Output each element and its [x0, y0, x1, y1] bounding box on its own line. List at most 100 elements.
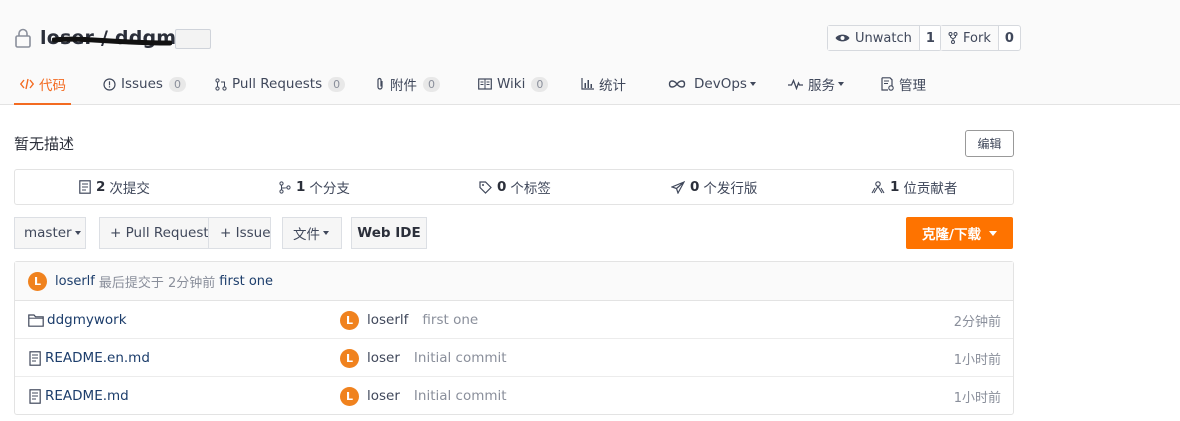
new-issue-button[interactable]: + Issue [208, 217, 271, 249]
stat-branches[interactable]: 1 个分支 [279, 170, 350, 204]
new-pull-request-label: + Pull Request [110, 225, 209, 241]
branch-select[interactable]: master [14, 217, 86, 249]
file-commit-author[interactable]: loser [367, 350, 400, 366]
tab-settings-label: 管理 [899, 78, 926, 94]
file-commit-time: 2分钟前 [953, 314, 1001, 330]
web-ide-label: Web IDE [357, 225, 421, 241]
file-name: ddgmywork [47, 312, 127, 328]
stat-releases[interactable]: 0 个发行版 [671, 170, 757, 204]
repo-stats-bar: 2 次提交 1 个分支 0 个标签 0 个发行版 1 位贡献者 [14, 169, 1014, 205]
fork-button[interactable]: Fork 0 [940, 25, 1021, 51]
tab-issues-count: 0 [168, 76, 186, 92]
file-commit-message[interactable]: Initial commit [414, 350, 507, 366]
tab-wiki-label: Wiki [497, 76, 526, 92]
clone-download-label: 克隆/下载 [922, 227, 981, 243]
avatar[interactable]: L [340, 348, 359, 368]
tab-stats-label: 统计 [599, 78, 626, 94]
stat-contributors-label: 位贡献者 [903, 181, 958, 197]
stat-tags-count: 0 [497, 179, 507, 195]
stat-releases-label: 个发行版 [703, 181, 758, 197]
pull-request-icon [215, 77, 227, 91]
file-menu-button[interactable]: 文件 [282, 217, 342, 249]
unwatch-button[interactable]: Unwatch 1 [827, 25, 942, 51]
watch-count[interactable]: 1 [920, 26, 941, 50]
pulse-icon [788, 78, 803, 90]
tab-settings[interactable]: 管理 [881, 64, 926, 104]
tab-wiki[interactable]: Wiki 0 [478, 64, 549, 104]
chevron-down-icon [988, 230, 997, 236]
avatar[interactable]: L [340, 386, 359, 406]
file-name-link[interactable]: ddgmywork [28, 301, 127, 339]
send-icon [671, 180, 685, 194]
stat-commits[interactable]: 2 次提交 [79, 170, 150, 204]
file-commit-time: 1小时前 [953, 390, 1001, 406]
file-commit-author[interactable]: loser [367, 388, 400, 404]
tab-code-label: 代码 [39, 78, 66, 94]
tab-pull-requests[interactable]: Pull Requests 0 [215, 64, 346, 104]
stat-contributors-count: 1 [890, 179, 900, 195]
book-icon [478, 78, 492, 90]
stat-tags[interactable]: 0 个标签 [479, 170, 551, 204]
avatar[interactable]: L [28, 271, 47, 291]
tab-attachments-label: 附件 [390, 78, 417, 94]
stat-releases-count: 0 [690, 179, 700, 195]
tag-icon [479, 180, 492, 194]
latest-commit-author[interactable]: loserlf [55, 274, 95, 289]
tab-attachments-count: 0 [423, 76, 440, 92]
infinity-icon [668, 79, 686, 89]
clone-download-button[interactable]: 克隆/下载 [906, 217, 1013, 249]
tab-code[interactable]: 代码 [14, 64, 71, 105]
lock-icon [14, 28, 32, 48]
new-issue-label: + Issue [220, 225, 271, 241]
avatar[interactable]: L [340, 310, 359, 330]
settings-doc-icon [881, 77, 894, 91]
redaction-scribble [52, 36, 172, 46]
file-doc-icon [28, 350, 42, 366]
new-pull-request-button[interactable]: + Pull Request [99, 217, 209, 249]
stat-contributors[interactable]: 1 位贡献者 [871, 170, 957, 204]
tab-issues[interactable]: Issues 0 [103, 64, 186, 104]
file-doc-icon [28, 388, 42, 404]
tab-devops[interactable]: DevOps [668, 64, 756, 104]
branch-select-value: master [24, 225, 72, 241]
visibility-badge [175, 29, 211, 49]
file-commit-message[interactable]: first one [422, 312, 478, 328]
file-menu-label: 文件 [293, 227, 320, 243]
file-name-link[interactable]: README.en.md [28, 339, 150, 377]
file-list: L loserlf 最后提交于 2分钟前 first one ddgmywork… [14, 261, 1014, 415]
table-row: README.md L loser Initial commit 1小时前 [15, 377, 1013, 415]
file-name: README.md [45, 388, 129, 404]
stat-commits-label: 次提交 [109, 181, 150, 197]
latest-commit-message[interactable]: first one [219, 274, 273, 289]
contributors-icon [871, 180, 885, 194]
file-name: README.en.md [45, 350, 150, 366]
file-commit: L loser Initial commit [340, 377, 507, 415]
chevron-down-icon [323, 231, 329, 235]
tab-pull-requests-count: 0 [328, 76, 346, 92]
table-row: ddgmywork L loserlf first one 2分钟前 [15, 301, 1013, 339]
web-ide-button[interactable]: Web IDE [351, 217, 427, 249]
latest-commit-bar: L loserlf 最后提交于 2分钟前 first one [15, 262, 1013, 301]
fork-label: Fork [963, 30, 991, 46]
tab-services[interactable]: 服务 [788, 64, 844, 104]
tab-pull-requests-label: Pull Requests [232, 76, 323, 92]
eye-icon [835, 33, 850, 43]
tab-services-label: 服务 [808, 78, 835, 94]
stat-branches-count: 1 [296, 179, 306, 195]
tab-stats[interactable]: 统计 [581, 64, 626, 104]
edit-description-button[interactable]: 编辑 [965, 130, 1014, 157]
chevron-down-icon [749, 82, 756, 86]
bar-chart-icon [581, 78, 594, 90]
unwatch-label: Unwatch [855, 30, 912, 46]
stat-commits-count: 2 [96, 179, 106, 195]
issue-icon [103, 77, 116, 91]
tab-attachments[interactable]: 附件 0 [375, 64, 440, 104]
fork-icon [948, 32, 958, 44]
chevron-down-icon [74, 231, 81, 235]
folder-icon [28, 313, 44, 327]
fork-count[interactable]: 0 [999, 26, 1020, 50]
file-name-link[interactable]: README.md [28, 377, 129, 415]
file-commit-message[interactable]: Initial commit [414, 388, 507, 404]
tab-devops-label: DevOps [694, 76, 747, 92]
file-commit-author[interactable]: loserlf [367, 312, 408, 328]
